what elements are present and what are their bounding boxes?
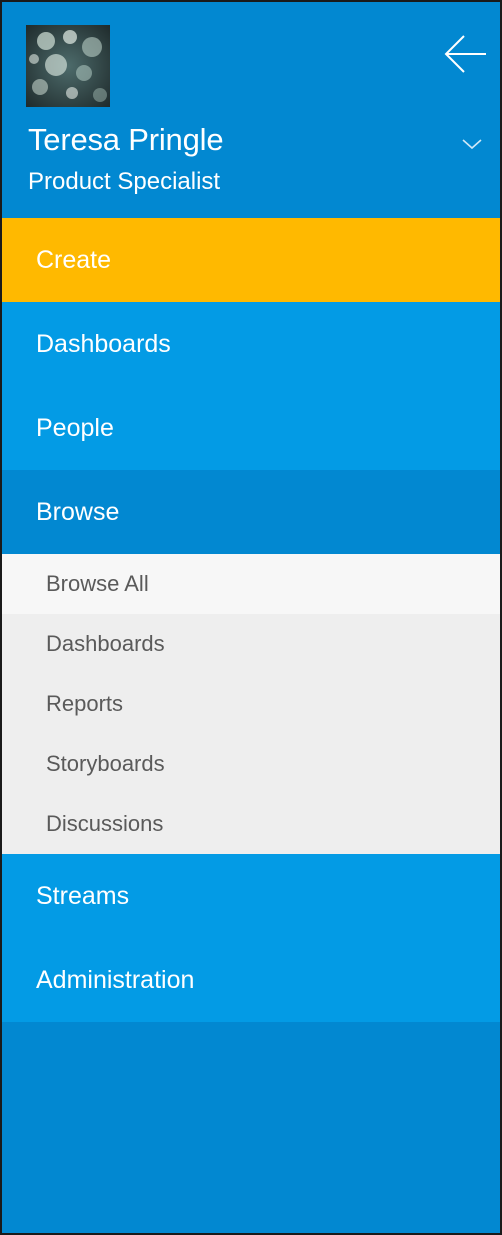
nav-item-streams[interactable]: Streams: [2, 854, 500, 938]
nav-item-dashboards[interactable]: Dashboards: [2, 302, 500, 386]
avatar-image: [26, 25, 110, 107]
nav-item-create[interactable]: Create: [2, 218, 500, 302]
user-name: Teresa Pringle: [28, 122, 224, 157]
nav-item-administration[interactable]: Administration: [2, 938, 500, 1022]
submenu-item-discussions[interactable]: Discussions: [2, 794, 500, 854]
user-role: Product Specialist: [28, 168, 221, 195]
browse-submenu: Browse All Dashboards Reports Storyboard…: [2, 554, 500, 854]
submenu-item-browse-all[interactable]: Browse All: [2, 554, 500, 614]
main-menu: Create Dashboards People Browse Browse A…: [2, 218, 500, 1233]
avatar[interactable]: [26, 25, 110, 107]
profile-header: Teresa Pringle Product Specialist: [2, 2, 500, 218]
nav-item-browse[interactable]: Browse: [2, 470, 500, 554]
back-arrow-icon[interactable]: [442, 32, 488, 76]
side-navigation-panel: Teresa Pringle Product Specialist Create…: [0, 0, 502, 1235]
chevron-down-icon[interactable]: [460, 136, 484, 152]
nav-item-people[interactable]: People: [2, 386, 500, 470]
submenu-item-storyboards[interactable]: Storyboards: [2, 734, 500, 794]
submenu-item-reports[interactable]: Reports: [2, 674, 500, 734]
submenu-item-dashboards[interactable]: Dashboards: [2, 614, 500, 674]
menu-empty-area: [2, 1022, 500, 1233]
